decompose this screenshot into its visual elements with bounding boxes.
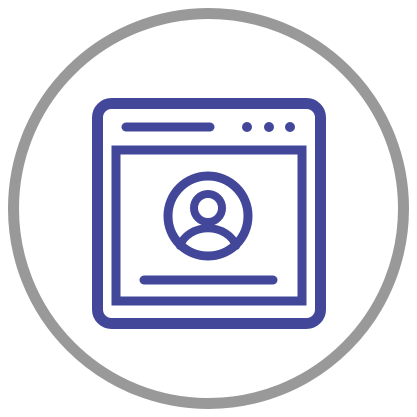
window-dot-2: [264, 122, 274, 132]
avatar-head: [190, 190, 226, 226]
browser-window-frame: [92, 98, 326, 329]
avatar-shoulders: [176, 224, 240, 250]
web-profile-icon: [8, 8, 409, 409]
outer-ring: [8, 8, 409, 409]
icon-canvas: [0, 0, 417, 417]
window-dot-1: [242, 122, 252, 132]
window-dot-3: [285, 122, 295, 132]
